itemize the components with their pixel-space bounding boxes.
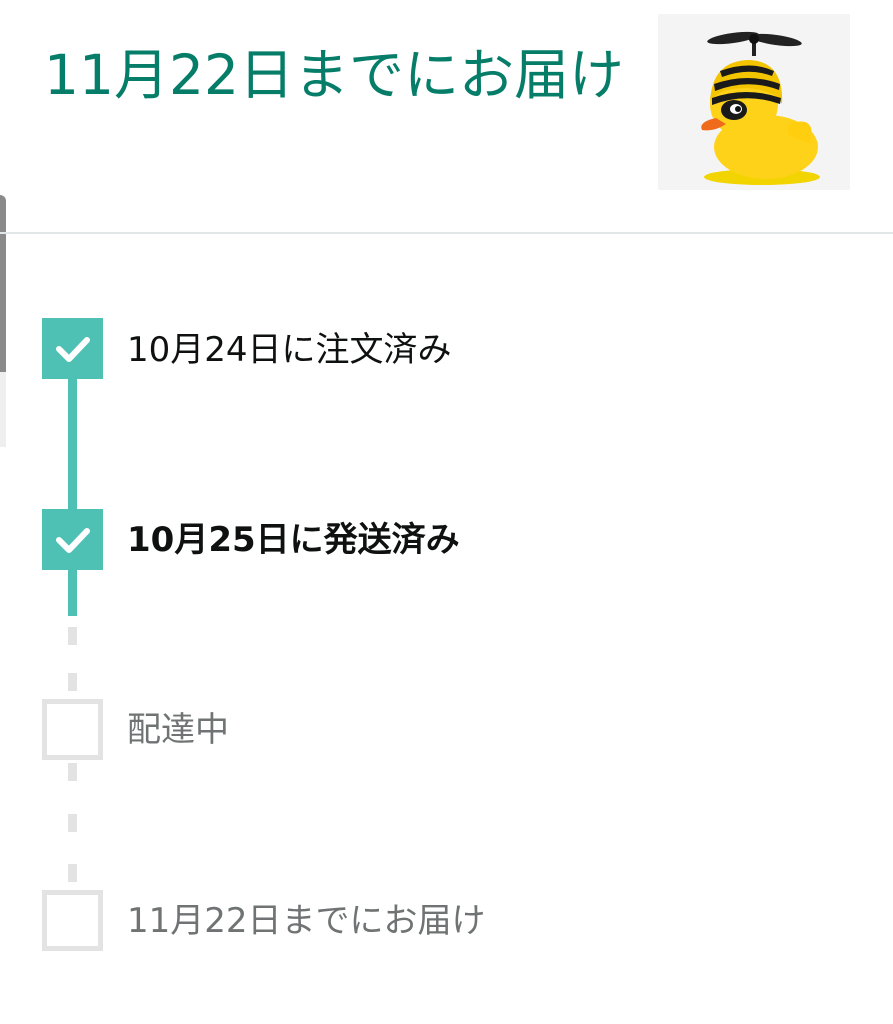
timeline-connector-dash [68,627,77,645]
product-thumbnail[interactable] [658,14,850,190]
rubber-duck-icon [701,31,820,185]
delivery-title: 11月22日までにお届け [44,43,624,107]
delivery-header: 11月22日までにお届け [0,0,893,234]
step-shipped-checkbox [42,509,103,570]
timeline-connector-dash [68,763,77,781]
timeline-connector-dash [68,673,77,691]
step-delivery-label: 11月22日までにお届け [127,901,486,941]
side-edge-tab-lower [0,372,6,447]
step-ordered-label: 10月24日に注文済み [127,330,452,370]
step-delivery-checkbox [42,890,103,951]
checkmark-icon [56,528,90,553]
step-ordered-checkbox [42,318,103,379]
step-shipped-label: 10月25日に発送済み [127,520,460,560]
timeline-connector-dash [68,864,77,882]
checkmark-icon [56,337,90,362]
step-in-transit-label: 配達中 [127,710,229,750]
step-in-transit-checkbox [42,699,103,760]
timeline-connector-completed [68,378,77,509]
timeline-connector-completed [68,568,77,616]
timeline-connector-dash [68,814,77,832]
